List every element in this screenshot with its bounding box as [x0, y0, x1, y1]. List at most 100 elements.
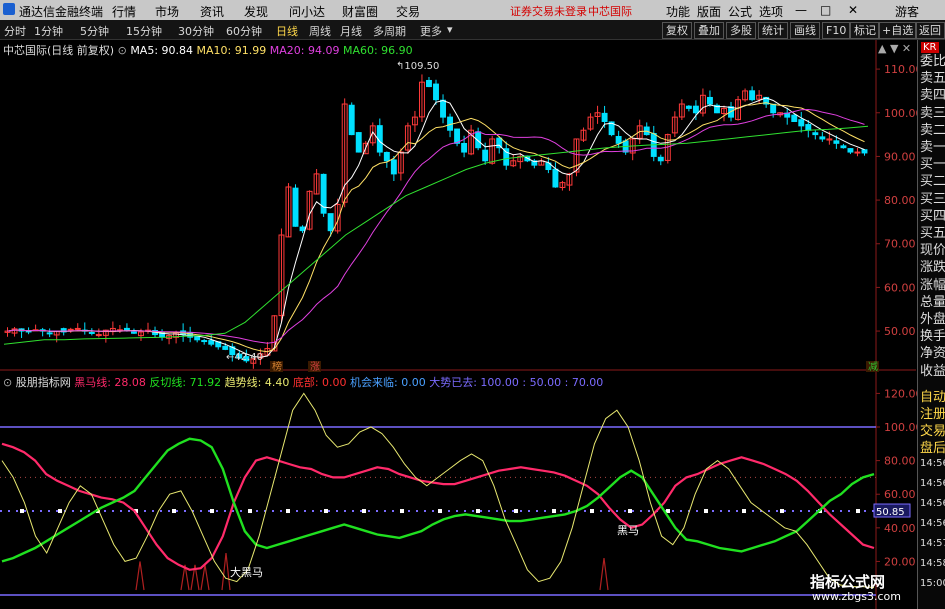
dashi-marker	[20, 509, 24, 514]
period-5min[interactable]: 5分钟	[80, 23, 109, 39]
period-1min[interactable]: 1分钟	[34, 23, 63, 39]
price-tick-label-0: 50.00	[884, 325, 916, 338]
dashi-marker	[514, 509, 518, 514]
menu-hangqing[interactable]: 行情	[112, 3, 136, 20]
quote-item-0: 委比	[920, 54, 945, 69]
fuquan-button[interactable]: 复权	[662, 22, 692, 39]
dashi-marker	[704, 509, 708, 514]
maximize-icon[interactable]: □	[820, 3, 831, 17]
candle-body	[327, 213, 334, 232]
menu-wenxiaoda[interactable]: 问小达	[289, 3, 325, 20]
period-60min[interactable]: 60分钟	[226, 23, 262, 39]
candle-body	[461, 142, 468, 153]
biaoji-button[interactable]: 标记	[850, 22, 880, 39]
diejia-button[interactable]: 叠加	[694, 22, 724, 39]
dashi-marker	[286, 509, 290, 514]
period-week[interactable]: 周线	[309, 23, 331, 39]
back-button[interactable]: 返回	[915, 22, 945, 39]
dashi-marker	[856, 509, 860, 514]
candle-body	[482, 149, 489, 162]
menu-zixun[interactable]: 资讯	[200, 3, 224, 20]
guest-label[interactable]: 游客	[895, 3, 919, 20]
side-tab-3[interactable]: 盘后	[920, 437, 945, 456]
period-multi[interactable]: 多周期	[373, 23, 406, 39]
candle-body	[67, 328, 74, 331]
close-icon[interactable]: ✕	[848, 3, 858, 17]
bottom-signal-spike-4	[221, 552, 231, 591]
menu-shichang[interactable]: 市场	[155, 3, 179, 20]
duogu-button[interactable]: 多股	[726, 22, 756, 39]
quote-item-8: 买三	[920, 191, 945, 207]
candle-body	[552, 168, 559, 188]
qushi-line	[1, 392, 875, 589]
candle-body	[130, 331, 137, 334]
menu-jiaoyi[interactable]: 交易	[396, 3, 420, 20]
candle-body	[433, 83, 439, 101]
ma5-line	[7, 97, 865, 358]
ma60-line	[3, 125, 869, 345]
tongji-button[interactable]: 统计	[758, 22, 788, 39]
candle-body	[348, 104, 355, 136]
ma10-line	[7, 102, 865, 353]
menu-gongneng[interactable]: 功能	[666, 3, 690, 20]
candle-body	[861, 149, 868, 154]
candle-body	[791, 114, 798, 122]
dashi-marker	[628, 509, 632, 514]
minimize-icon[interactable]: —	[795, 3, 807, 17]
quote-sidebar: KR 委比 卖五 卖四 卖三 卖二 卖一 买一 买二 买三 买四 买五 现价 涨跌 涨幅 总量 外盘 换手 净资收…	[917, 40, 945, 609]
candle-body	[390, 159, 397, 175]
candle-body	[847, 148, 854, 153]
huaxian-button[interactable]: 画线	[790, 22, 820, 39]
period-15min[interactable]: 15分钟	[126, 23, 162, 39]
event-tag-2: 减	[868, 361, 878, 373]
watermark-title: 指标公式网	[810, 573, 886, 591]
dashi-marker	[780, 509, 784, 514]
quote-item-1: 卖五	[920, 71, 945, 87]
title-bar: 通达信金融终端 行情 市场 资讯 发现 问小达 财富圈 交易 证券交易未登录 中…	[0, 0, 945, 20]
quote-item-10: 买五	[920, 226, 945, 241]
dashi-marker	[58, 509, 62, 514]
ind-tick-label-0: 20.00	[884, 555, 916, 568]
quote-item-14: 总量	[920, 294, 945, 310]
candle-body	[208, 340, 215, 345]
menu-faxian[interactable]: 发现	[244, 3, 268, 20]
candle-body	[222, 345, 229, 350]
candle-body	[426, 79, 432, 88]
candle-body	[615, 136, 622, 144]
ma20-line	[7, 108, 865, 344]
dashi-marker	[248, 509, 252, 514]
tick-time-0: 14:56	[920, 458, 945, 469]
menu-caifuquan[interactable]: 财富圈	[342, 3, 378, 20]
menu-gongshi[interactable]: 公式	[728, 3, 752, 20]
quote-item-13: 涨幅	[920, 277, 945, 293]
menu-xuanxiang[interactable]: 选项	[759, 3, 783, 20]
period-month[interactable]: 月线	[340, 23, 362, 39]
chart-canvas[interactable]: 50.00 60.00 70.00 80.00 90.00 100.00 110.00 ↰10…	[0, 40, 917, 609]
daheima-annotation: 大黑马	[230, 565, 263, 579]
f10-button[interactable]: F10	[822, 22, 851, 39]
candle-body	[840, 145, 847, 149]
period-more[interactable]: 更多	[420, 23, 442, 39]
dashi-marker	[362, 509, 366, 514]
period-more-dropdown-icon[interactable]: ▾	[447, 23, 453, 36]
add-favorite-button[interactable]: +自选	[878, 22, 918, 39]
tick-time-5: 14:58	[920, 558, 945, 569]
price-tick-label-4: 90.00	[884, 150, 916, 163]
candle-body	[819, 136, 826, 140]
ind-tick-label-2: 60.00	[884, 488, 916, 501]
candle-body	[798, 119, 805, 127]
price-tick-label-3: 80.00	[884, 194, 916, 207]
quote-item-2: 卖四	[920, 88, 945, 104]
period-30min[interactable]: 30分钟	[178, 23, 214, 39]
price-tick-label-6: 110.00	[884, 63, 917, 76]
period-day[interactable]: 日线	[276, 23, 298, 39]
login-notice[interactable]: 证券交易未登录	[510, 3, 587, 19]
period-fenshi[interactable]: 分时	[4, 23, 26, 39]
app-logo-icon	[3, 3, 15, 15]
dashi-marker	[324, 509, 328, 514]
quote-item-3: 卖三	[920, 105, 945, 121]
menu-banmian[interactable]: 版面	[697, 3, 721, 20]
price-tick-label-1: 60.00	[884, 281, 916, 294]
low-price-label: ←42.40	[226, 352, 263, 363]
quote-item-7: 买二	[920, 174, 945, 190]
